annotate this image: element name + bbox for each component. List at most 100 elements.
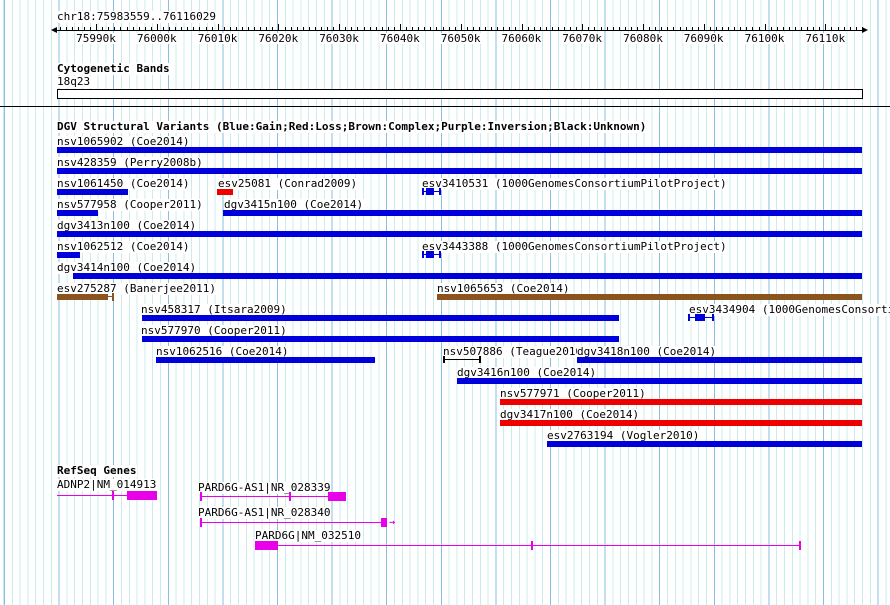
gene-label-PARD6G-AS1-NR_028339[interactable]: PARD6G-AS1|NR_028339 <box>198 482 332 494</box>
gene-intron-line-ADNP2[interactable] <box>57 495 127 496</box>
gene-exon-tick-PARD6G-NM_032510-1[interactable] <box>799 541 801 550</box>
gene-intron-line-PARD6G-AS1-NR_028339[interactable] <box>200 496 328 497</box>
gene-exon-tick-PARD6G-NM_032510-0[interactable] <box>531 541 533 550</box>
ruler-minor-tick <box>515 27 517 30</box>
ruler-minor-tick <box>722 27 724 30</box>
variant-bar-dgv3418n100[interactable] <box>577 357 862 363</box>
variant-bar-esv3410531[interactable] <box>426 188 434 195</box>
gene-exon-box-PARD6G-NM_032510-0[interactable] <box>255 541 278 550</box>
ruler-minor-tick <box>187 27 189 30</box>
ruler-minor-tick <box>679 27 681 30</box>
ruler-tick-label: 76020k <box>257 32 300 45</box>
ruler-minor-tick <box>801 27 803 30</box>
ruler-tick-label: 76050k <box>439 32 482 45</box>
ruler-minor-tick <box>393 27 395 30</box>
ruler-major-tick <box>339 24 341 30</box>
variant-bar-nsv577970[interactable] <box>142 336 619 342</box>
ruler-tick-label: 76030k <box>318 32 360 45</box>
variant-whisker-capL-esv3434904 <box>688 314 690 321</box>
ruler-major-tick <box>764 24 766 30</box>
gene-exon-box-PARD6G-AS1-NR_028340-0[interactable] <box>381 518 387 527</box>
ruler-minor-tick <box>357 27 359 30</box>
gene-label-ADNP2[interactable]: ADNP2|NM_014913 <box>57 479 158 491</box>
gene-exon-box-PARD6G-AS1-NR_028339-0[interactable] <box>328 492 346 501</box>
ruler-minor-tick <box>576 27 578 30</box>
ruler-minor-tick <box>254 27 256 30</box>
variant-bar-nsv577958[interactable] <box>57 210 98 216</box>
variant-bar-esv2763194[interactable] <box>547 441 862 447</box>
ruler-tick-label: 76070k <box>561 32 604 45</box>
ruler-minor-tick <box>630 27 632 30</box>
gene-intron-line-PARD6G-NM_032510[interactable] <box>278 545 800 546</box>
variant-bar-esv275287[interactable] <box>57 294 108 300</box>
variant-bar-dgv3413n100[interactable] <box>57 231 862 237</box>
ruler-minor-tick <box>108 27 110 30</box>
variant-bar-nsv1065902[interactable] <box>57 147 862 153</box>
ruler-minor-tick <box>716 27 717 30</box>
ruler-minor-tick <box>266 27 268 30</box>
ruler-minor-tick <box>175 27 177 30</box>
variant-range-line-nsv507886[interactable] <box>443 359 480 360</box>
ruler-minor-tick <box>819 27 821 30</box>
variant-label-nsv507886[interactable]: nsv507886 (Teague2010) <box>443 346 590 358</box>
ruler-minor-tick <box>770 27 772 30</box>
ruler-minor-tick <box>551 27 553 30</box>
gene-exon-tick-PARD6G-AS1-NR_028340-0[interactable] <box>200 518 202 527</box>
ruler-tick-label: 76040k <box>379 32 421 45</box>
ruler-major-tick <box>217 24 219 30</box>
variant-bar-nsv1062512[interactable] <box>57 252 80 258</box>
ruler-minor-tick <box>205 27 207 30</box>
ruler-minor-tick <box>169 27 171 30</box>
ruler-minor-tick <box>77 27 79 30</box>
variant-bar-esv25081[interactable] <box>217 189 233 195</box>
variant-bar-esv3434904[interactable] <box>695 314 705 321</box>
variant-bar-nsv1065653[interactable] <box>437 294 862 300</box>
ruler-major-tick <box>278 24 280 30</box>
ruler-minor-tick <box>163 27 164 30</box>
variant-label-esv3443388[interactable]: esv3443388 (1000GenomesConsortiumPilotPr… <box>422 241 728 253</box>
variant-bar-dgv3417n100[interactable] <box>500 420 862 426</box>
refseq-section-title: RefSeq Genes <box>57 464 138 477</box>
ruler-minor-tick <box>327 27 329 30</box>
variant-bar-dgv3416n100[interactable] <box>457 378 862 384</box>
ruler-minor-tick <box>296 27 298 30</box>
variant-bar-nsv577971[interactable] <box>500 399 862 405</box>
ruler-minor-tick <box>412 27 414 30</box>
gene-exon-tick-ADNP2-0[interactable] <box>112 491 114 500</box>
variant-bar-dgv3415n100[interactable] <box>223 210 862 216</box>
variant-bar-nsv428359[interactable] <box>57 168 862 174</box>
ruler-minor-tick <box>424 27 426 30</box>
variant-bar-nsv1061450[interactable] <box>57 189 128 195</box>
ruler-minor-tick <box>795 27 796 30</box>
ruler-major-tick <box>400 24 401 30</box>
gene-exon-box-ADNP2-0[interactable] <box>127 491 157 500</box>
dgv-section-title: DGV Structural Variants (Blue:Gain;Red:L… <box>57 120 648 133</box>
gene-exon-tick-PARD6G-AS1-NR_028339-1[interactable] <box>289 492 291 501</box>
ruler-minor-tick <box>776 27 778 30</box>
gene-label-PARD6G-AS1-NR_028340[interactable]: PARD6G-AS1|NR_028340 <box>198 507 332 519</box>
variant-label-esv3434904[interactable]: esv3434904 (1000GenomesConsortiumPilotPr… <box>689 304 890 316</box>
ruler-minor-tick <box>612 27 614 30</box>
gene-strand-arrow-PARD6G-AS1-NR_028340: → <box>389 517 396 528</box>
variant-label-esv25081[interactable]: esv25081 (Conrad2009) <box>218 178 359 190</box>
ruler-minor-tick <box>545 27 547 30</box>
variant-bar-esv3443388[interactable] <box>426 251 434 258</box>
cytoband-band[interactable] <box>57 89 863 99</box>
gene-exon-tick-PARD6G-AS1-NR_028339-0[interactable] <box>200 492 202 501</box>
gene-intron-line-PARD6G-AS1-NR_028340[interactable] <box>200 522 381 523</box>
variant-bar-nsv458317[interactable] <box>142 315 619 321</box>
ruler-minor-tick <box>418 27 420 30</box>
ruler-minor-tick <box>406 27 408 30</box>
variant-bar-cap-esv275287 <box>112 293 114 301</box>
ruler-tick-label: 76080k <box>622 32 664 45</box>
ruler-minor-tick <box>381 27 383 30</box>
ruler-minor-tick <box>314 27 316 30</box>
variant-label-esv3410531[interactable]: esv3410531 (1000GenomesConsortiumPilotPr… <box>422 178 728 190</box>
ruler-minor-tick <box>120 27 122 30</box>
region-label: chr18:75983559..76116029 <box>57 10 217 23</box>
ruler-minor-tick <box>503 27 505 30</box>
variant-bar-nsv1062516[interactable] <box>156 357 375 363</box>
ruler-minor-tick <box>527 27 529 30</box>
variant-bar-dgv3414n100[interactable] <box>73 273 862 279</box>
ruler-minor-tick <box>740 27 742 30</box>
